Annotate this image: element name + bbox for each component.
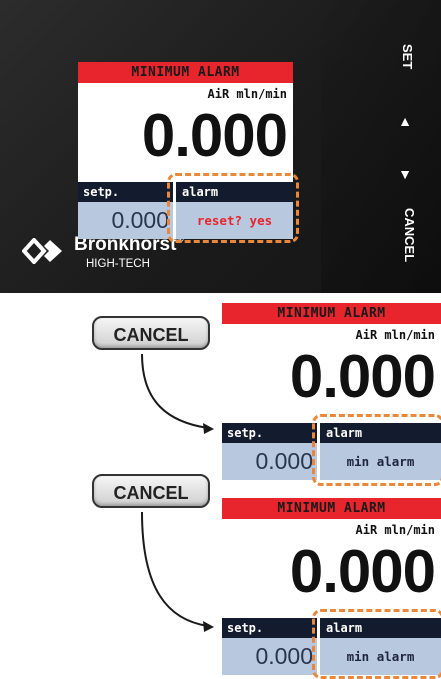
alarm-highlight-2	[312, 414, 441, 486]
flow-value: 0.000	[289, 538, 436, 605]
brand-subtitle: HIGH-TECH	[86, 258, 150, 270]
cancel-key-step-1[interactable]: CANCEL	[92, 316, 210, 350]
flow-arrow-1	[141, 353, 214, 434]
alarm-highlight-3	[312, 609, 441, 679]
up-button[interactable]: ▲	[398, 113, 412, 129]
screen-title: MINIMUM ALARM	[78, 62, 293, 83]
setpoint-value: 0.000	[78, 202, 173, 239]
flow-unit: AiR mln/min	[355, 523, 435, 537]
down-button[interactable]: ▼	[398, 166, 412, 182]
screen-title: MINIMUM ALARM	[222, 498, 441, 519]
set-button[interactable]: SET	[400, 44, 415, 69]
flow-unit: AiR mln/min	[355, 328, 435, 342]
flow-value: 0.000	[289, 343, 436, 410]
cancel-button[interactable]: CANCEL	[402, 208, 417, 262]
flow-unit: AiR mln/min	[207, 87, 287, 101]
alarm-highlight-1	[167, 173, 299, 243]
screen-title: MINIMUM ALARM	[222, 303, 441, 324]
flow-value: 0.000	[141, 102, 288, 169]
setpoint-value: 0.000	[222, 638, 317, 675]
flow-arrow-2	[141, 511, 214, 632]
setpoint-label: setp.	[222, 423, 317, 443]
setpoint-value: 0.000	[222, 443, 317, 480]
setpoint-label: setp.	[78, 182, 173, 202]
setpoint-label: setp.	[222, 618, 317, 638]
cancel-key-step-2[interactable]: CANCEL	[92, 474, 210, 508]
bronkhorst-logo-icon	[22, 238, 62, 264]
